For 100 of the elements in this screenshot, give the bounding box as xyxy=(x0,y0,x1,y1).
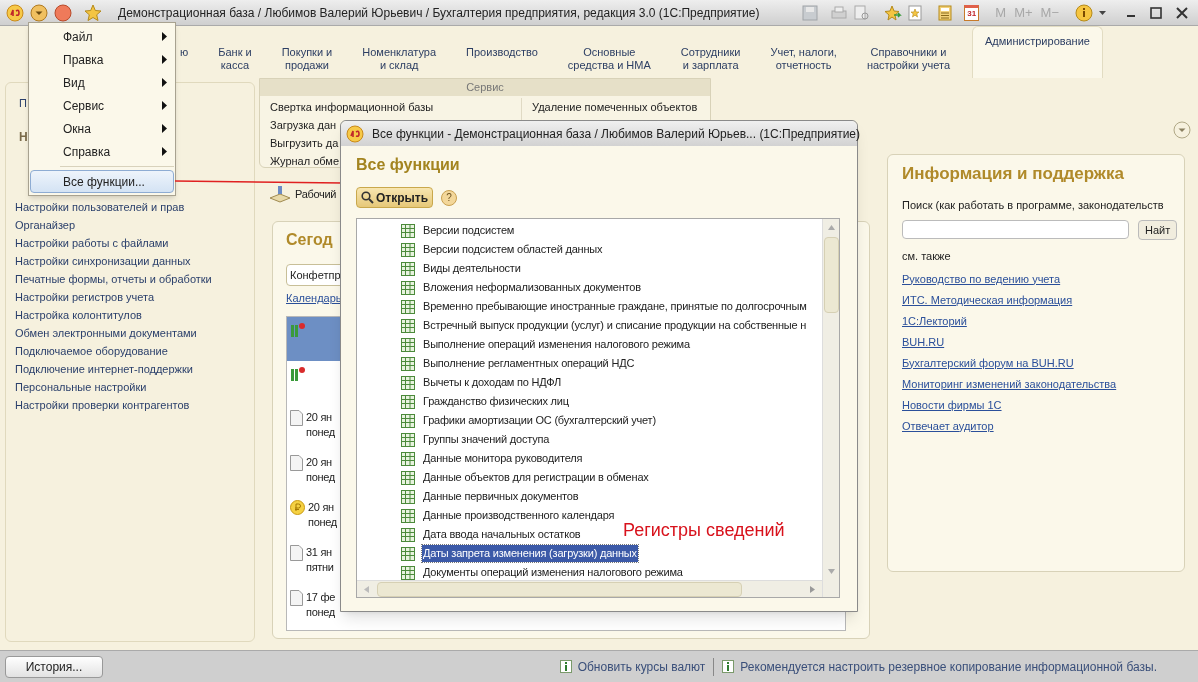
dialog-logo-icon xyxy=(346,124,364,143)
submenu-arrow-icon xyxy=(162,55,167,64)
scroll-thumb[interactable] xyxy=(377,581,742,597)
save-icon[interactable] xyxy=(802,4,819,21)
calendar-link[interactable]: Календарь xyxy=(286,290,342,307)
menu-item[interactable]: Справка xyxy=(30,140,174,163)
help-link[interactable]: Мониторинг изменений законодательства xyxy=(902,376,1184,391)
event-date: 17 фе xyxy=(306,589,335,605)
help-link[interactable]: BUH.RU xyxy=(902,334,1184,349)
sidebar-link[interactable]: Подключение интернет-поддержки xyxy=(15,361,254,376)
sidebar-link[interactable]: Настройки работы с файлами xyxy=(15,235,254,250)
table-icon xyxy=(401,413,415,428)
caret-icon[interactable] xyxy=(1099,10,1106,15)
function-item[interactable]: Версии подсистем областей данных xyxy=(422,241,604,258)
function-item[interactable]: Виды деятельности xyxy=(422,260,522,277)
star-icon[interactable] xyxy=(84,3,102,22)
menu-item[interactable]: Все функции... xyxy=(30,170,174,193)
sidebar-link[interactable]: П xyxy=(19,95,27,112)
help-link[interactable]: Отвечает аудитор xyxy=(902,418,1184,433)
table-icon xyxy=(401,337,415,352)
help-button[interactable]: ? xyxy=(441,189,458,206)
function-item[interactable]: Дата ввода начальных остатков xyxy=(422,526,582,543)
desktop-link[interactable]: Рабочий xyxy=(295,185,337,203)
sidebar-link[interactable]: Обмен электронными документами xyxy=(15,325,254,340)
task-icon xyxy=(290,365,306,382)
section-tab[interactable]: ю xyxy=(172,34,197,78)
menu-item[interactable]: Правка xyxy=(30,48,174,71)
section-tab[interactable]: Покупки и продажи xyxy=(273,34,341,78)
sidebar-link[interactable]: Настройка колонтитулов xyxy=(15,307,254,322)
function-item[interactable]: Вычеты к доходам по НДФЛ xyxy=(422,374,563,391)
function-item[interactable]: Данные монитора руководителя xyxy=(422,450,584,467)
function-item[interactable]: Выполнение операций изменения налогового режима xyxy=(422,336,691,353)
status-message[interactable]: Рекомендуется настроить резервное копирование информационной базы. xyxy=(740,657,1157,676)
sidebar-link[interactable]: Настройки пользователей и прав xyxy=(15,199,254,214)
horizontal-scrollbar[interactable] xyxy=(357,580,822,597)
function-item[interactable]: Документы операций изменения налогового режима xyxy=(422,564,684,580)
sidebar-link[interactable]: Органайзер xyxy=(15,217,254,232)
calculator-icon[interactable] xyxy=(938,4,953,21)
function-item[interactable]: Вложения неформализованных документов xyxy=(422,279,642,296)
table-icon xyxy=(401,546,415,561)
print-icon[interactable] xyxy=(830,4,849,21)
help-link[interactable]: ИТС. Методическая информация xyxy=(902,292,1184,307)
preview-icon[interactable] xyxy=(854,4,871,21)
function-item[interactable]: Данные производственного календаря xyxy=(422,507,616,524)
sidebar-link[interactable]: Настройки регистров учета xyxy=(15,289,254,304)
help-link[interactable]: Руководство по ведению учета xyxy=(902,271,1184,286)
scroll-thumb[interactable] xyxy=(823,237,839,313)
info-circle-icon[interactable] xyxy=(1075,3,1093,22)
search-field[interactable] xyxy=(902,220,1129,239)
section-tab[interactable]: Сотрудники и зарплата xyxy=(672,34,749,78)
panel-title: Информация и поддержка xyxy=(902,163,1125,185)
menu-item[interactable]: Файл xyxy=(30,25,174,48)
function-item[interactable]: Версии подсистем xyxy=(422,222,516,239)
sidebar-link[interactable]: Персональные настройки xyxy=(15,379,254,394)
close-icon[interactable] xyxy=(1176,6,1188,19)
section-tab[interactable]: Справочники и настройки учета xyxy=(858,34,959,78)
section-tab[interactable]: Банк и касса xyxy=(210,34,260,78)
section-tab[interactable]: Администрирование xyxy=(972,26,1103,78)
function-item[interactable]: Данные объектов для регистрации в обменах xyxy=(422,469,650,486)
collapse-icon[interactable] xyxy=(1173,121,1191,139)
sidebar-link[interactable]: Настройки синхронизации данных xyxy=(15,253,254,268)
sidebar-link[interactable]: Печатные формы, отчеты и обработки xyxy=(15,271,254,286)
submenu-arrow-icon xyxy=(162,101,167,110)
function-item[interactable]: Даты запрета изменения (загрузки) данных xyxy=(422,545,638,562)
help-link[interactable]: Бухгалтерский форум на BUH.RU xyxy=(902,355,1184,370)
calendar-icon[interactable]: 31 xyxy=(964,4,980,21)
function-item[interactable]: Выполнение регламентных операций НДС xyxy=(422,355,636,372)
section-tab[interactable]: Учет, налоги, отчетность xyxy=(762,34,845,78)
function-item[interactable]: Группы значений доступа xyxy=(422,431,551,448)
star-document-icon[interactable] xyxy=(908,4,923,21)
table-icon xyxy=(401,432,415,447)
maximize-icon[interactable] xyxy=(1150,6,1162,19)
table-icon xyxy=(401,356,415,371)
function-item[interactable]: Гражданство физических лиц xyxy=(422,393,570,410)
menu-item[interactable]: Вид xyxy=(30,71,174,94)
sidebar-link[interactable]: Подключаемое оборудование xyxy=(15,343,254,358)
section-tab[interactable]: Основные средства и НМА xyxy=(559,34,659,78)
sidebar-link[interactable]: Настройки проверки контрагентов xyxy=(15,397,254,412)
section-tab[interactable]: Производство xyxy=(458,34,546,78)
search-button[interactable]: Найт xyxy=(1138,220,1178,240)
help-link[interactable]: Новости фирмы 1С xyxy=(902,397,1184,412)
section-tab[interactable]: Номенклатура и склад xyxy=(354,34,445,78)
main-menu-button[interactable] xyxy=(30,3,48,22)
help-link[interactable]: 1С:Лекторий xyxy=(902,313,1184,328)
menu-item[interactable]: Окна xyxy=(30,117,174,140)
service-link[interactable]: Свертка информационной базы xyxy=(270,98,521,116)
submenu-arrow-icon xyxy=(162,32,167,41)
function-item[interactable]: Встречный выпуск продукции (услуг) и списание продукции на собственные н xyxy=(422,317,808,334)
close-circle-icon[interactable] xyxy=(54,3,72,22)
history-button[interactable]: История... xyxy=(5,655,103,678)
open-button[interactable]: Открыть xyxy=(356,187,434,208)
status-message[interactable]: Обновить курсы валют xyxy=(577,657,706,676)
function-item[interactable]: Временно пребывающие иностранные граждане, принятые по долгосрочным xyxy=(422,298,808,315)
menu-item[interactable]: Сервис xyxy=(30,94,174,117)
service-link[interactable]: Удаление помеченных объектов xyxy=(532,98,698,116)
function-item[interactable]: Данные первичных документов xyxy=(422,488,580,505)
panel-title: Сервис xyxy=(260,79,710,96)
function-item[interactable]: Графики амортизации ОС (бухгалтерский учет) xyxy=(422,412,657,429)
star-arrow-icon[interactable] xyxy=(884,4,903,21)
vertical-scrollbar[interactable] xyxy=(822,219,839,597)
